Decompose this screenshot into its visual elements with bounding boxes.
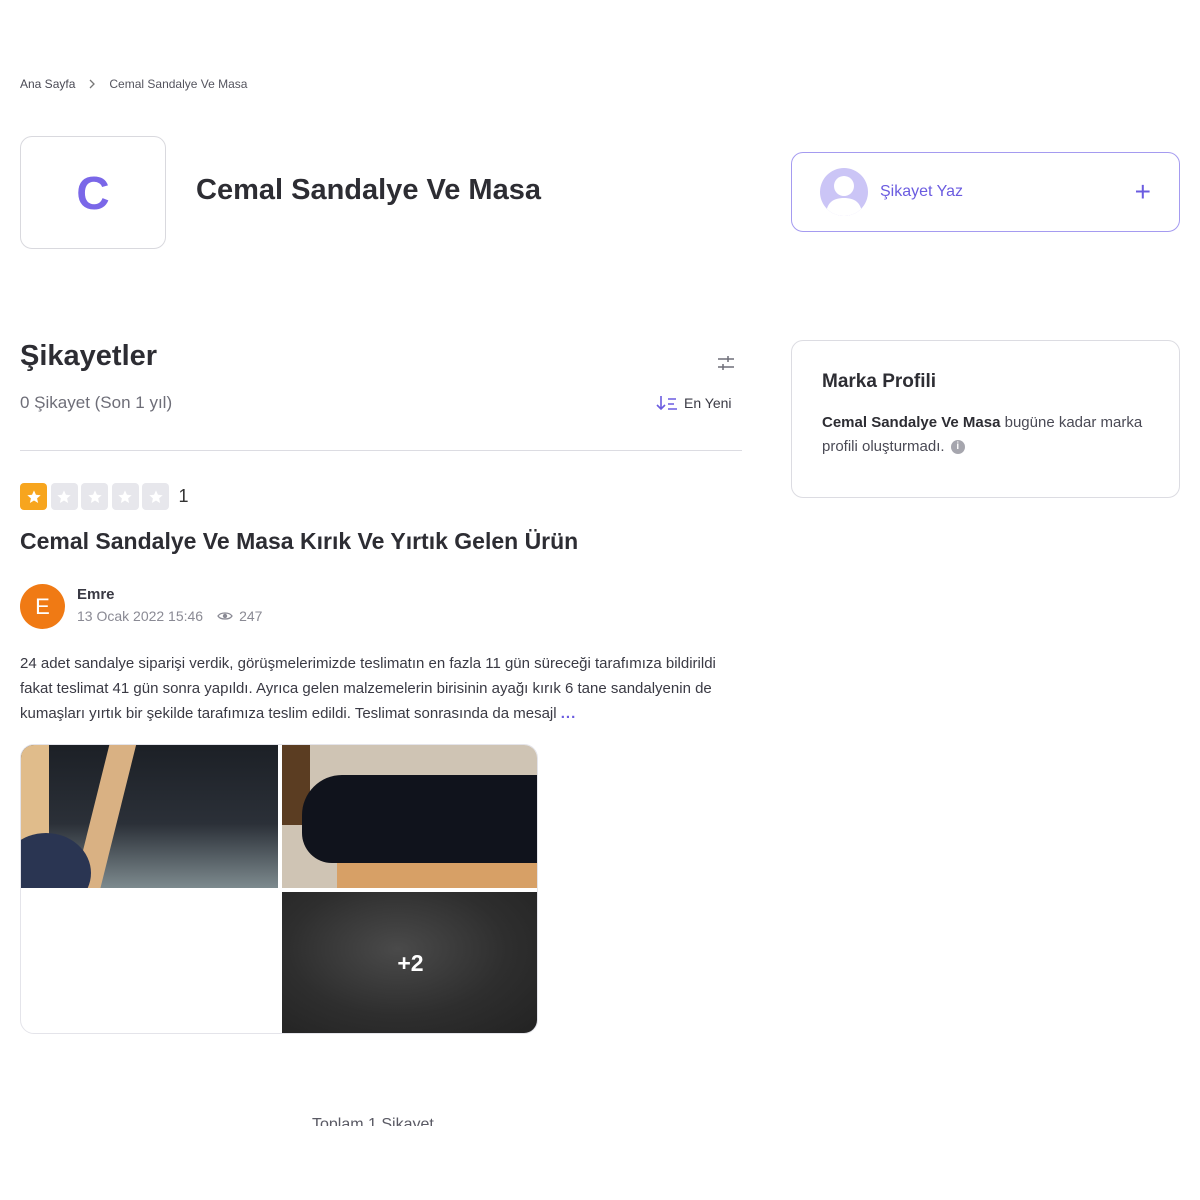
complaint-photo[interactable] <box>282 745 537 888</box>
complaint-text: 24 adet sandalye siparişi verdik, görüşm… <box>20 651 740 726</box>
star-icon <box>20 483 47 510</box>
sort-label: En Yeni <box>684 395 732 411</box>
complaint-photo[interactable] <box>21 745 278 888</box>
page-title: Cemal Sandalye Ve Masa <box>196 174 541 206</box>
star-icon <box>50 483 78 510</box>
brand-logo-letter: C <box>76 166 110 219</box>
breadcrumb-home-link[interactable]: Ana Sayfa <box>20 77 75 91</box>
total-complaints: Toplam 1 Şikayet <box>312 1116 434 1126</box>
sort-icon <box>656 396 677 411</box>
user-avatar-icon <box>820 168 868 216</box>
complaint-date: 13 Ocak 2022 15:46 <box>77 608 204 624</box>
read-more-button[interactable]: ... <box>561 705 577 722</box>
sort-button[interactable]: En Yeni <box>656 395 732 411</box>
chevron-right-icon <box>89 79 96 89</box>
star-icon <box>142 483 169 510</box>
photo-gallery: +2 <box>20 744 538 1034</box>
complaint-body: 24 adet sandalye siparişi verdik, görüşm… <box>20 655 716 722</box>
rating-value: 1 <box>178 486 189 506</box>
complaint-meta: 13 Ocak 2022 15:46 247 <box>77 608 262 624</box>
brand-profile-card: Marka Profili Cemal Sandalye Ve Masa bug… <box>791 340 1180 498</box>
brand-profile-title: Marka Profili <box>822 371 937 392</box>
complaints-title: Şikayetler <box>20 340 158 372</box>
plus-icon: + <box>1134 176 1151 207</box>
divider <box>20 450 742 451</box>
brand-logo: C <box>20 136 166 249</box>
complaint-photo-more[interactable]: +2 <box>282 892 537 1033</box>
info-icon[interactable]: i <box>950 440 965 455</box>
star-icon <box>111 483 139 510</box>
extra-photos-count: +2 <box>397 950 424 976</box>
complaint-views: 247 <box>217 608 262 624</box>
write-complaint-label: Şikayet Yaz <box>880 183 964 200</box>
views-count: 247 <box>239 608 263 624</box>
write-complaint-button[interactable]: Şikayet Yaz + <box>791 152 1180 232</box>
rating-stars: 1 <box>20 483 189 510</box>
user-name: Emre <box>77 586 115 603</box>
brand-profile-text: Cemal Sandalye Ve Masa bugüne kadar mark… <box>822 411 1149 459</box>
complaint-title[interactable]: Cemal Sandalye Ve Masa Kırık Ve Yırtık G… <box>20 528 578 555</box>
breadcrumb-current: Cemal Sandalye Ve Masa <box>109 77 248 91</box>
eye-icon <box>217 612 233 620</box>
breadcrumb: Ana Sayfa Cemal Sandalye Ve Masa <box>20 77 247 91</box>
avatar: E <box>20 584 65 629</box>
brand-profile-name: Cemal Sandalye Ve Masa <box>822 414 1001 431</box>
filter-icon[interactable] <box>716 353 736 373</box>
star-icon <box>81 483 108 510</box>
complaints-count: 0 Şikayet (Son 1 yıl) <box>20 393 173 412</box>
